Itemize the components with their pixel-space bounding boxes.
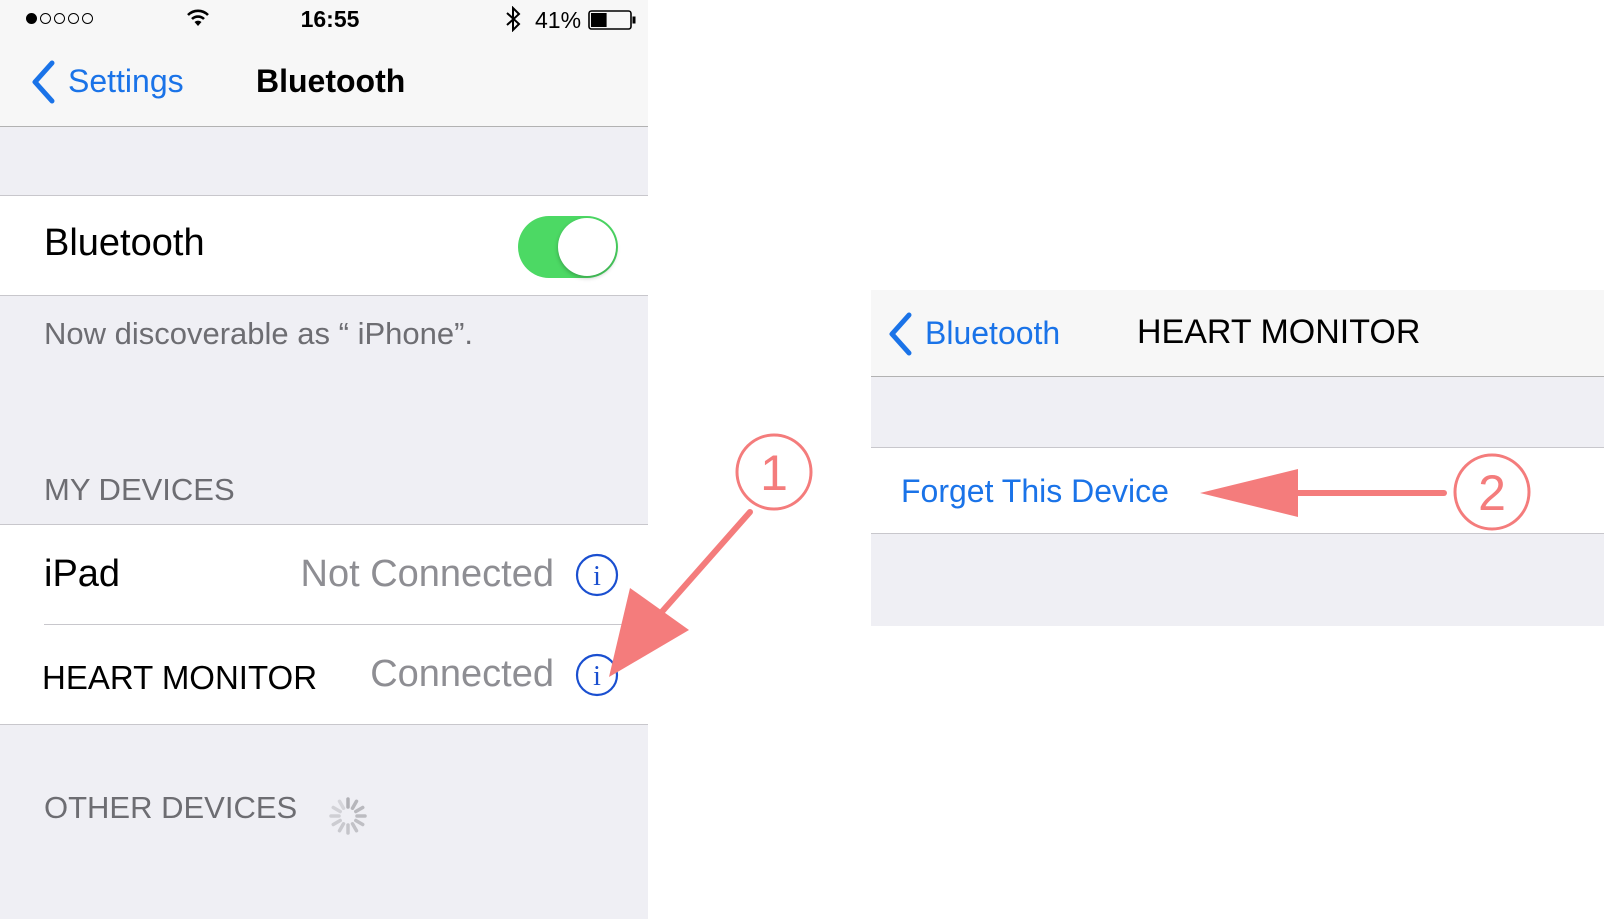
annotation-overlay: 1 2 xyxy=(609,433,1531,677)
arrow-head xyxy=(609,588,689,677)
step-2-number: 2 xyxy=(1478,465,1506,521)
arrow-head xyxy=(1200,469,1298,517)
step-2-annotation: 2 xyxy=(1200,453,1531,531)
step-1-annotation: 1 xyxy=(609,433,813,677)
step-1-number: 1 xyxy=(760,445,788,501)
